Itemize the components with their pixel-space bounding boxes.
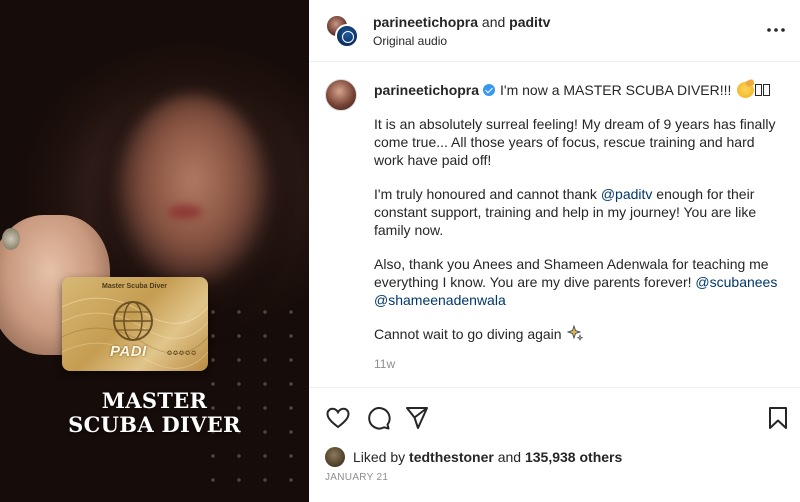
likes-prefix: Liked by <box>353 449 406 465</box>
bookmark-icon[interactable] <box>765 405 791 431</box>
overlay-title-line1: MASTER <box>101 388 208 413</box>
ring-image <box>2 228 20 250</box>
more-horizontal-icon[interactable] <box>765 20 787 40</box>
avatar[interactable] <box>335 24 359 48</box>
post-timestamp[interactable]: 11w <box>374 357 395 371</box>
caption-paragraph: I'm truly honoured and cannot thank @pad… <box>374 185 784 239</box>
collab-usernames: parineetichopra and paditv <box>373 14 550 30</box>
post-header: parineetichopra and paditv Original audi… <box>309 0 800 62</box>
send-icon[interactable] <box>404 405 430 431</box>
username-link[interactable]: parineetichopra <box>373 14 478 30</box>
caption-area: parineetichopra I'm now a MASTER SCUBA D… <box>309 63 800 388</box>
comment-icon[interactable] <box>365 405 391 431</box>
caption-text: parineetichopra I'm now a MASTER SCUBA D… <box>374 81 784 343</box>
post-date: JANUARY 21 <box>325 472 389 483</box>
caption-paragraph: Cannot wait to go diving again <box>374 325 784 343</box>
caption-text-run: I'm truly honoured and cannot thank <box>374 186 601 202</box>
padi-logo-text: PADI <box>110 343 147 360</box>
avatar[interactable] <box>325 447 345 467</box>
caption-paragraph: Also, thank you Anees and Shameen Adenwa… <box>374 255 784 309</box>
audio-link[interactable]: Original audio <box>373 34 447 48</box>
blurred-lips <box>168 205 202 219</box>
card-title: Master Scuba Diver <box>102 283 167 290</box>
likes-joiner: and <box>497 449 522 465</box>
caption-paragraph: It is an absolutely surreal feeling! My … <box>374 116 776 168</box>
overlay-title-line2: SCUBA DIVER <box>68 412 241 437</box>
liker-username[interactable]: tedthestoner <box>409 449 494 465</box>
likes-summary[interactable]: Liked by tedthestoner and 135,938 others <box>325 446 622 468</box>
joiner-text: and <box>478 14 510 30</box>
caption-text-run: Cannot wait to go diving again <box>374 326 562 342</box>
sparkle-emoji-icon <box>566 325 583 341</box>
likes-count[interactable]: 135,938 others <box>525 449 622 465</box>
missing-glyph-icon <box>755 84 763 96</box>
mention-link[interactable]: @shameenadenwala <box>374 292 506 308</box>
verified-badge-icon <box>483 84 496 96</box>
heart-icon[interactable] <box>325 405 351 431</box>
avatar[interactable] <box>325 79 357 111</box>
username-link[interactable]: paditv <box>509 14 550 30</box>
globe-icon <box>113 301 153 341</box>
caption-headline: I'm now a MASTER SCUBA DIVER!!! <box>500 82 732 98</box>
mention-link[interactable]: @paditv <box>601 186 653 202</box>
mention-link[interactable]: @scubanees <box>695 274 777 290</box>
certification-card: Master Scuba Diver PADI ✪✪✪✪✪ <box>62 277 208 371</box>
blurred-face <box>118 95 268 285</box>
missing-glyph-icon <box>763 84 771 96</box>
post-details-panel: parineetichopra and paditv Original audi… <box>309 0 800 502</box>
post-media[interactable]: Master Scuba Diver PADI ✪✪✪✪✪ MASTER SCU… <box>0 0 309 502</box>
action-bar <box>309 389 800 447</box>
saluting-face-emoji-icon <box>737 82 755 98</box>
caption-username[interactable]: parineetichopra <box>374 81 479 99</box>
card-rating-marks: ✪✪✪✪✪ <box>167 351 198 357</box>
collab-avatars[interactable] <box>325 14 359 48</box>
